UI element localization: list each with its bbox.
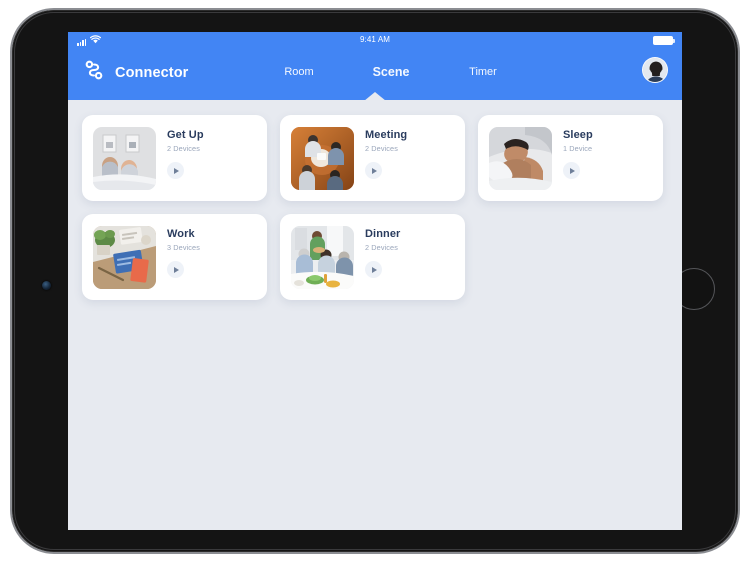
play-icon[interactable] — [167, 261, 184, 278]
family-dinner-photo — [291, 225, 354, 289]
scene-card[interactable]: Work 3 Devices — [82, 214, 267, 300]
status-bar: 9:41 AM — [68, 32, 682, 47]
scene-title: Work — [167, 228, 195, 240]
scene-body: Work 3 Devices — [167, 225, 256, 278]
scene-card[interactable]: Get Up 2 Devices — [82, 115, 267, 201]
scene-body: Dinner 2 Devices — [365, 225, 454, 278]
active-tab-indicator — [364, 92, 386, 101]
scene-body: Sleep 1 Device — [563, 126, 652, 179]
meeting-table-photo — [291, 126, 354, 190]
battery-icon — [653, 36, 675, 45]
status-bar-right — [653, 36, 675, 45]
play-icon[interactable] — [365, 162, 382, 179]
brand-title: Connector — [115, 64, 189, 81]
play-icon[interactable] — [563, 162, 580, 179]
scene-title: Dinner — [365, 228, 401, 240]
front-camera-icon — [42, 281, 51, 290]
brand: Connector — [82, 58, 188, 87]
tab-timer[interactable]: Timer — [437, 66, 529, 78]
scene-card[interactable]: Dinner 2 Devices — [280, 214, 465, 300]
nav-tabs: Room Scene Timer — [253, 65, 529, 79]
play-icon[interactable] — [167, 162, 184, 179]
tab-room[interactable]: Room — [253, 66, 345, 78]
scene-device-count: 2 Devices — [365, 144, 398, 153]
user-avatar[interactable] — [642, 57, 668, 83]
scene-title: Meeting — [365, 129, 408, 141]
scene-body: Get Up 2 Devices — [167, 126, 256, 179]
scene-device-count: 2 Devices — [167, 144, 200, 153]
tab-scene[interactable]: Scene — [345, 65, 437, 79]
scene-device-count: 3 Devices — [167, 243, 200, 252]
scene-title: Get Up — [167, 129, 204, 141]
scene-card[interactable]: Sleep 1 Device — [478, 115, 663, 201]
sleeping-person-photo — [489, 126, 552, 190]
scene-card[interactable]: Meeting 2 Devices — [280, 115, 465, 201]
tablet-device-frame: 9:41 AM Connector Room Scene Timer Get U… — [10, 8, 740, 554]
scene-grid: Get Up 2 Devices Meeting 2 Devices Sleep… — [68, 100, 682, 315]
status-bar-time: 9:41 AM — [359, 35, 391, 44]
bedroom-wakeup-photo — [93, 126, 156, 190]
tablet-screen: 9:41 AM Connector Room Scene Timer Get U… — [68, 32, 682, 530]
play-icon[interactable] — [365, 261, 382, 278]
scene-device-count: 1 Device — [563, 144, 593, 153]
app-header: Connector Room Scene Timer — [68, 47, 682, 101]
scene-body: Meeting 2 Devices — [365, 126, 454, 179]
scene-title: Sleep — [563, 129, 593, 141]
desk-workspace-photo — [93, 225, 156, 289]
connector-logo-icon — [82, 58, 106, 87]
scene-device-count: 2 Devices — [365, 243, 398, 252]
